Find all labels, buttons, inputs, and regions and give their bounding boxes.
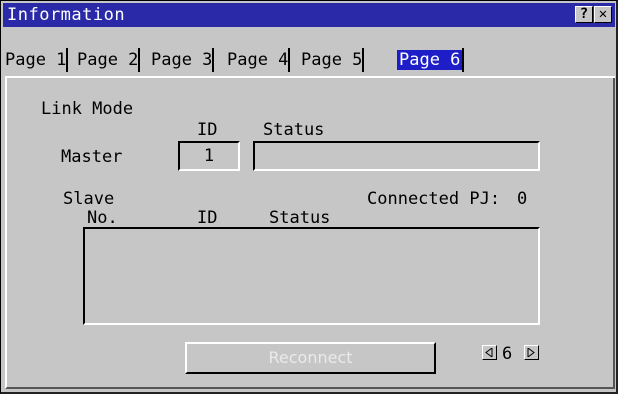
tab-page-2[interactable]: Page 2 xyxy=(77,46,141,74)
information-window: Information ? ✕ Page 1 Page 2 Page 3 Pag… xyxy=(0,0,618,394)
close-icon: ✕ xyxy=(598,6,608,22)
help-button[interactable]: ? xyxy=(575,6,593,23)
connected-pj-label: Connected PJ: xyxy=(367,189,501,209)
slave-label: Slave xyxy=(63,189,115,209)
master-id-field: 1 xyxy=(178,141,240,171)
triangle-left-icon xyxy=(485,348,493,357)
tab-page-6[interactable]: Page 6 xyxy=(397,46,465,74)
slave-no-header: No. xyxy=(87,208,118,228)
triangle-right-icon xyxy=(527,348,535,357)
link-mode-heading: Link Mode xyxy=(41,99,134,119)
close-button[interactable]: ✕ xyxy=(594,6,612,23)
master-label: Master xyxy=(61,147,123,167)
window-title: Information xyxy=(7,5,126,25)
tab-page-4[interactable]: Page 4 xyxy=(227,46,291,74)
slave-id-header: ID xyxy=(197,208,218,228)
slave-status-header: Status xyxy=(269,208,331,228)
master-id-header: ID xyxy=(197,120,218,140)
reconnect-button[interactable]: Reconnect xyxy=(185,342,436,374)
tab-page-5[interactable]: Page 5 xyxy=(301,46,365,74)
master-status-header: Status xyxy=(263,120,325,140)
page-number: 6 xyxy=(502,344,513,364)
prev-page-button[interactable] xyxy=(482,345,497,360)
master-status-field xyxy=(253,141,540,171)
tab-page-3[interactable]: Page 3 xyxy=(151,46,215,74)
next-page-button[interactable] xyxy=(524,345,539,360)
slave-list[interactable] xyxy=(83,227,540,325)
title-bar: Information ? ✕ xyxy=(3,3,615,27)
tab-strip: Page 1 Page 2 Page 3 Page 4 Page 5 Page … xyxy=(5,46,617,76)
tab-page-1[interactable]: Page 1 xyxy=(5,46,69,74)
connected-pj-count: 0 xyxy=(517,189,528,209)
